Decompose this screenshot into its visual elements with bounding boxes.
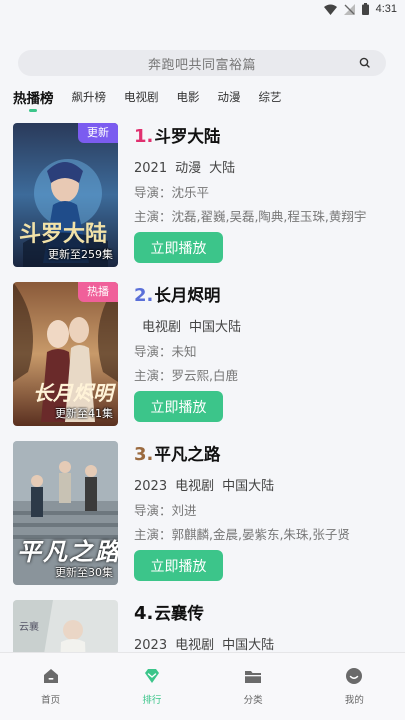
- nav-category[interactable]: 分类: [203, 653, 304, 720]
- wifi-icon: [323, 4, 337, 15]
- cast: 主演：沈磊,翟巍,吴磊,陶典,程玉珠,黄翔宇: [134, 209, 367, 223]
- item-meta: 2023 电视剧 中国大陆: [134, 634, 393, 653]
- director: 导演：未知: [134, 344, 197, 358]
- item-title[interactable]: 斗罗大陆: [154, 123, 220, 147]
- item-title[interactable]: 长月烬明: [154, 282, 220, 306]
- genre: 动漫: [175, 161, 202, 176]
- cast: 主演：罗云熙,白鹿: [134, 368, 238, 382]
- status-badge: 更新: [78, 123, 118, 143]
- nav-label: 我的: [344, 695, 364, 706]
- rank-number: 4.: [134, 603, 154, 624]
- item-title[interactable]: 云襄传: [154, 600, 204, 624]
- search-placeholder: 奔跑吧共同富裕篇: [147, 57, 256, 73]
- item-info: 1. 斗罗大陆 2021 动漫 大陆 导演：沈乐平 主演：沈磊,翟巍,吴磊,陶典,程…: [134, 123, 394, 263]
- genre: 电视剧: [142, 320, 182, 335]
- home-icon: [43, 669, 58, 683]
- list-item[interactable]: 长月烬明 热播 更新至41集 2. 长月烬明 电视剧 中国大陆 导演：未知 主演：…: [13, 282, 393, 426]
- search-icon[interactable]: [358, 56, 372, 70]
- item-info: 4. 云襄传 2023 电视剧 中国大陆: [134, 600, 393, 653]
- nav-label: 排行: [142, 695, 162, 706]
- region: 中国大陆: [222, 479, 275, 494]
- list-item[interactable]: 斗罗大陆 更新 更新至259集 1. 斗罗大陆 2021 动漫 大陆 导演：沈乐平 …: [13, 123, 393, 267]
- nav-label: 首页: [41, 695, 61, 706]
- year: 2023: [134, 479, 168, 494]
- tab-anime[interactable]: 动漫: [218, 86, 241, 105]
- poster-image[interactable]: 云襄: [13, 600, 118, 655]
- cast: 主演：郭麒麟,金晨,晏紫东,朱珠,张子贤: [134, 527, 350, 541]
- poster-image[interactable]: 斗罗大陆 更新 更新至259集: [13, 123, 118, 267]
- status-bar: 4:31: [0, 0, 405, 18]
- nav-ranking[interactable]: 排行: [101, 653, 202, 720]
- list-item[interactable]: 云襄 4. 云襄传 2023 电视剧 中国大陆: [13, 600, 393, 655]
- nav-label: 分类: [243, 695, 263, 706]
- play-button[interactable]: 立即播放: [134, 391, 223, 422]
- svg-text:斗罗大陆: 斗罗大陆: [19, 221, 107, 247]
- nav-home[interactable]: 首页: [0, 653, 101, 720]
- poster-title: 平凡之路: [17, 538, 118, 566]
- play-button[interactable]: 立即播放: [134, 232, 223, 263]
- item-meta: 2021 动漫 大陆: [134, 157, 394, 176]
- list-item[interactable]: 平凡之路 更新至30集 3. 平凡之路 2023 电视剧 中国大陆 导演：刘进 主演…: [13, 441, 393, 585]
- tab-movie[interactable]: 电影: [177, 86, 200, 105]
- item-info: 2. 长月烬明 电视剧 中国大陆 导演：未知 主演：罗云熙,白鹿 立即播放: [134, 282, 394, 422]
- region: 中国大陆: [189, 320, 242, 335]
- battery-icon: [361, 3, 369, 15]
- episode-count: 更新至30集: [55, 566, 113, 579]
- tab-tv[interactable]: 电视剧: [124, 86, 159, 105]
- year: 2023: [134, 638, 168, 653]
- director: 导演：沈乐平: [134, 185, 210, 199]
- item-meta: 电视剧 中国大陆: [134, 316, 394, 335]
- director: 导演：刘进: [134, 503, 197, 517]
- signal-off-icon: [343, 3, 355, 15]
- ranking-icon: [144, 669, 159, 683]
- status-badge: 热播: [78, 282, 118, 302]
- tab-active-indicator: [29, 109, 38, 112]
- bottom-nav: 首页 排行 分类 我的: [0, 652, 405, 720]
- search-bar[interactable]: 奔跑吧共同富裕篇: [18, 50, 386, 76]
- year: 2021: [134, 161, 168, 176]
- poster-image[interactable]: 长月烬明 热播 更新至41集: [13, 282, 118, 426]
- item-info: 3. 平凡之路 2023 电视剧 中国大陆 导演：刘进 主演：郭麒麟,金晨,晏紫东,…: [134, 441, 394, 581]
- item-title[interactable]: 平凡之路: [154, 441, 220, 465]
- poster-image[interactable]: 平凡之路 更新至30集: [13, 441, 118, 585]
- tab-hot[interactable]: 热播榜: [13, 86, 54, 112]
- rank-number: 2.: [134, 285, 154, 306]
- category-tabs: 热播榜 飙升榜 电视剧 电影 动漫 综艺: [13, 86, 300, 114]
- tab-rising[interactable]: 飙升榜: [72, 86, 107, 105]
- region: 中国大陆: [222, 638, 275, 653]
- svg-text:长月烬明: 长月烬明: [33, 381, 117, 405]
- region: 大陆: [209, 161, 236, 176]
- item-meta: 2023 电视剧 中国大陆: [134, 475, 394, 494]
- play-button[interactable]: 立即播放: [134, 550, 223, 581]
- genre: 电视剧: [175, 479, 215, 494]
- tab-variety[interactable]: 综艺: [259, 86, 282, 105]
- nav-profile[interactable]: 我的: [304, 653, 405, 720]
- status-time: 4:31: [375, 3, 397, 15]
- folder-icon: [245, 671, 262, 683]
- profile-icon: [346, 668, 363, 684]
- episode-count: 更新至41集: [55, 407, 113, 420]
- genre: 电视剧: [175, 638, 215, 653]
- svg-text:云襄: 云襄: [19, 620, 39, 633]
- rank-number: 1.: [134, 126, 154, 147]
- rank-number: 3.: [134, 444, 154, 465]
- tab-label: 热播榜: [13, 91, 54, 107]
- episode-count: 更新至259集: [48, 248, 113, 261]
